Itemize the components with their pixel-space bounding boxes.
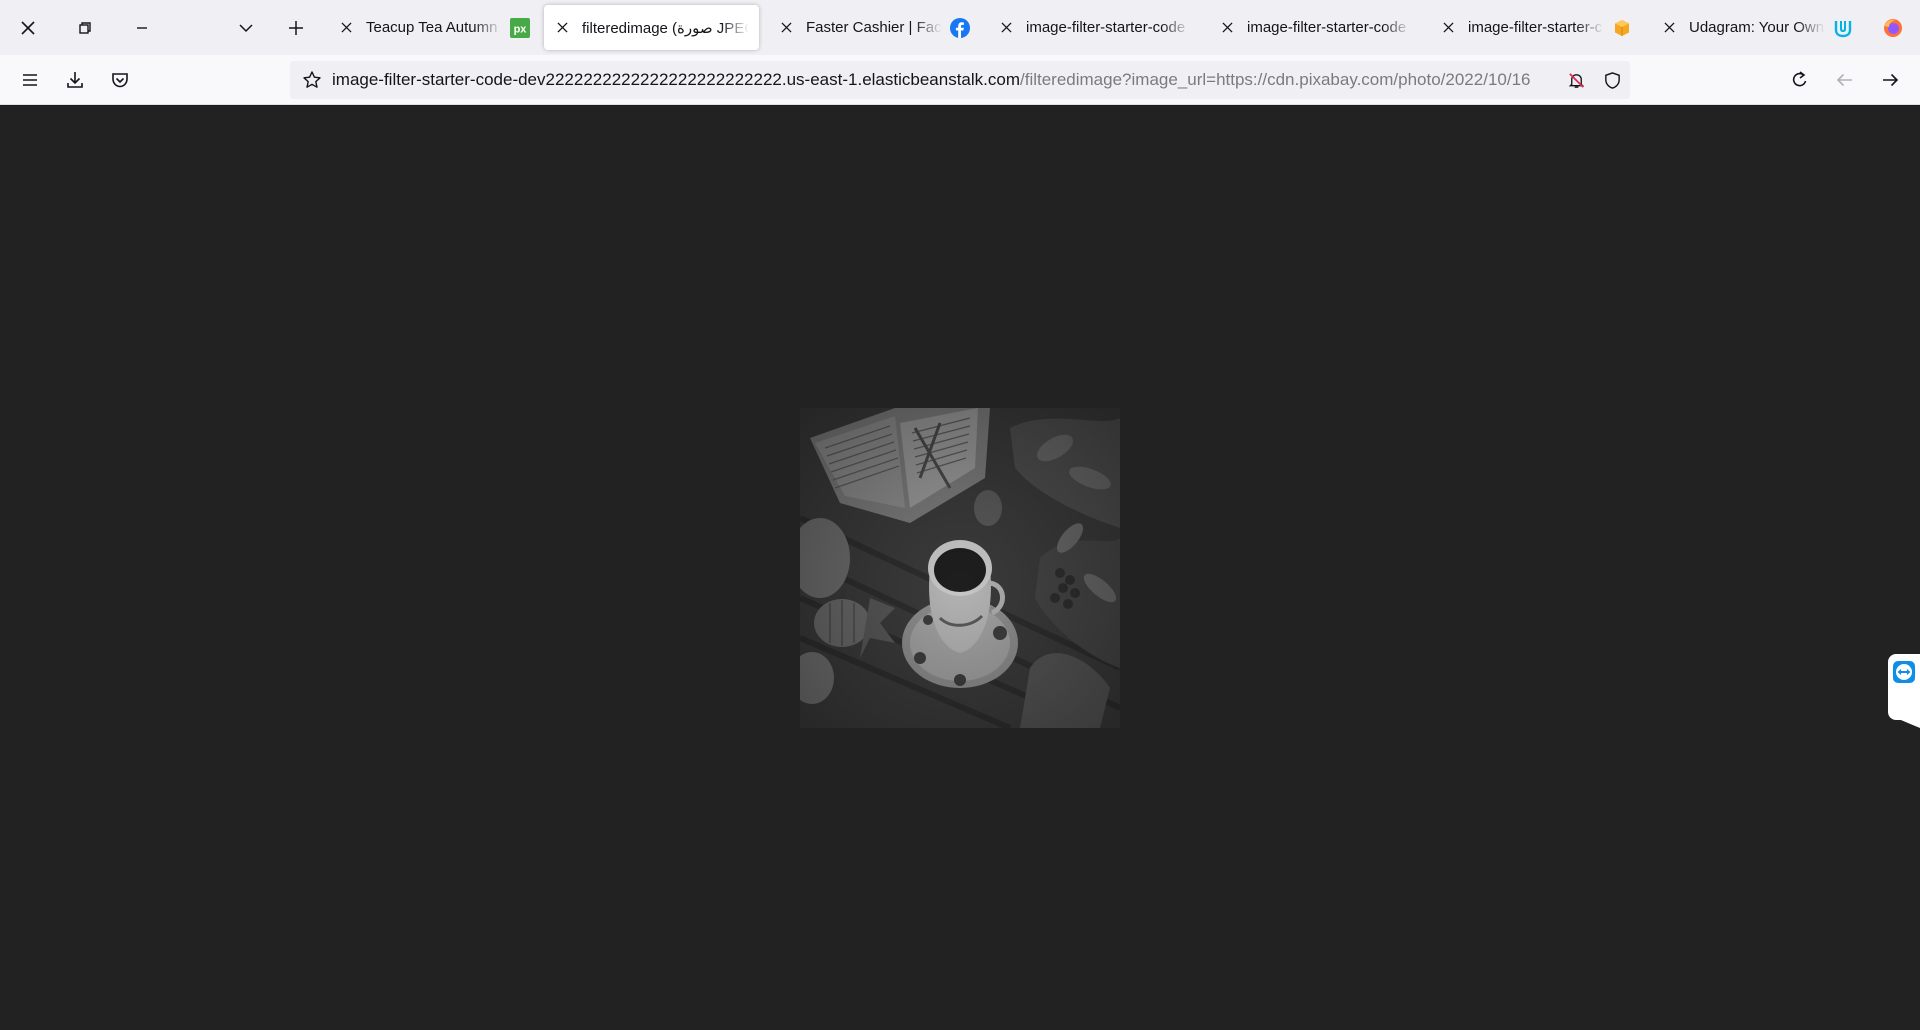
tab-close-button[interactable] (554, 20, 570, 36)
download-icon (67, 72, 83, 88)
tab-filteredimage[interactable]: filteredimage (صورة JPEG (544, 5, 759, 50)
bookmark-star-button[interactable] (294, 61, 330, 99)
tracking-protection-button[interactable] (1594, 61, 1630, 99)
window-minimize-button[interactable] (114, 0, 170, 55)
tab-image-filter-starter-code-1[interactable]: image-filter-starter-code (988, 5, 1200, 50)
tab-image-filter-starter-code-2[interactable]: image-filter-starter-code (1209, 5, 1421, 50)
tab-faster-cashier-facebook[interactable]: Faster Cashier | Facebo (768, 5, 980, 50)
close-icon (1000, 22, 1012, 33)
arrow-right-icon (1883, 73, 1899, 87)
tab-close-button[interactable] (338, 20, 354, 36)
tab-title: Faster Cashier | Facebo (806, 19, 942, 36)
window-restore-button[interactable] (57, 0, 113, 55)
tab-close-button[interactable] (1219, 20, 1235, 36)
blocked-notifications-button[interactable] (1558, 61, 1594, 99)
plus-icon (289, 20, 303, 35)
tab-title: filteredimage (صورة JPEG (582, 19, 749, 37)
hamburger-menu-icon (23, 74, 37, 86)
firefox-icon (1884, 18, 1902, 37)
image-viewer (0, 106, 1920, 1030)
close-icon (340, 22, 352, 33)
minimize-icon (137, 26, 147, 29)
tab-close-button[interactable] (778, 20, 794, 36)
aws-box-icon (1612, 18, 1632, 38)
window-close-button[interactable] (0, 0, 56, 55)
list-all-tabs-button[interactable] (218, 0, 274, 55)
tab-strip: Teacup Tea Autumn - px filteredimage (صو… (0, 0, 1920, 55)
notification-blocked-icon (1568, 72, 1584, 88)
arrow-left-icon (1836, 73, 1852, 87)
menu-button[interactable] (10, 60, 50, 100)
filtered-image[interactable] (800, 408, 1120, 728)
teamviewer-side-widget[interactable] (1888, 654, 1920, 728)
pocket-icon (112, 73, 128, 88)
close-icon (556, 22, 568, 33)
tab-title: image-filter-starter-code (1247, 19, 1407, 36)
back-button[interactable] (1825, 60, 1865, 100)
tab-image-filter-starter-code-3[interactable]: image-filter-starter-c (1430, 5, 1642, 50)
downloads-button[interactable] (55, 60, 95, 100)
star-icon (303, 71, 321, 88)
pixabay-favicon-text: px (514, 23, 528, 35)
reload-icon (1792, 71, 1807, 87)
close-icon (1221, 22, 1233, 33)
tab-title: image-filter-starter-code (1026, 19, 1186, 36)
pixabay-icon: px (510, 17, 530, 38)
new-tab-button[interactable] (268, 0, 324, 55)
pocket-button[interactable] (100, 60, 140, 100)
facebook-icon (950, 17, 970, 38)
forward-button[interactable] (1870, 60, 1910, 100)
restore-icon (79, 21, 91, 34)
tab-title: Udagram: Your Own I (1689, 19, 1825, 36)
chevron-down-icon (239, 23, 253, 32)
shield-icon (1604, 71, 1620, 89)
tab-close-button[interactable] (998, 20, 1014, 36)
url-path: /filteredimage?image_url=https://cdn.pix… (1020, 70, 1531, 89)
close-icon (21, 20, 35, 35)
url-domain: image-filter-starter-code-dev22222222222… (332, 70, 1020, 89)
close-icon (780, 22, 792, 33)
teacup-photo (800, 408, 1120, 728)
reload-button[interactable] (1780, 60, 1820, 100)
tab-udagram[interactable]: Udagram: Your Own I (1651, 5, 1863, 50)
firefox-view-button[interactable] (1866, 0, 1920, 55)
tab-title: image-filter-starter-c (1468, 19, 1603, 36)
url-text[interactable]: image-filter-starter-code-dev22222222222… (332, 70, 1558, 90)
navigation-toolbar: image-filter-starter-code-dev22222222222… (0, 55, 1920, 105)
close-icon (1663, 22, 1675, 33)
tab-close-button[interactable] (1440, 20, 1456, 36)
tab-teacup-tea-autumn[interactable]: Teacup Tea Autumn - px (328, 5, 540, 50)
tab-title: Teacup Tea Autumn - (366, 19, 502, 36)
address-bar[interactable]: image-filter-starter-code-dev22222222222… (290, 61, 1630, 99)
close-icon (1442, 22, 1454, 33)
udacity-icon (1833, 18, 1853, 38)
teamviewer-icon (1893, 661, 1915, 683)
tab-close-button[interactable] (1661, 20, 1677, 36)
